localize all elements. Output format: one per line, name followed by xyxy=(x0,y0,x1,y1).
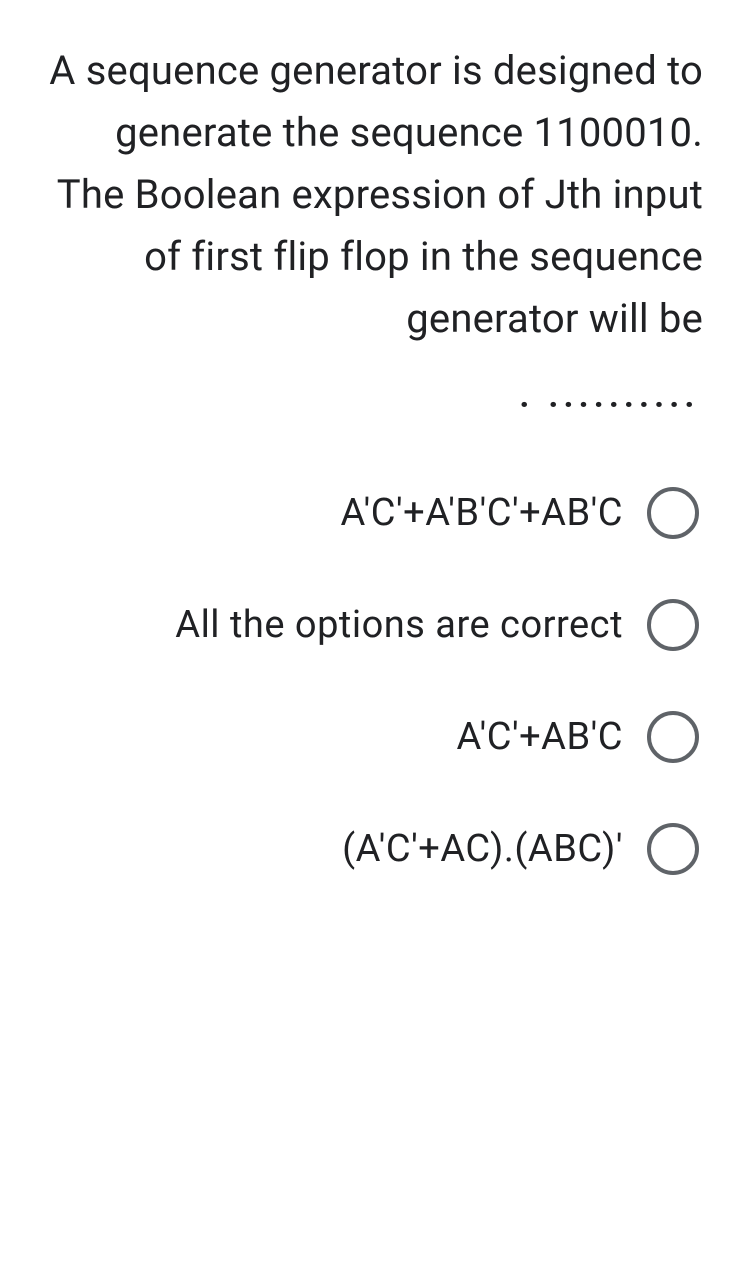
option-3[interactable]: A'C'+AB'C xyxy=(30,711,699,763)
option-label: All the options are correct xyxy=(175,603,623,647)
options-group: A'C'+A'B'C'+AB'C All the options are cor… xyxy=(30,487,713,875)
radio-icon[interactable] xyxy=(647,599,699,651)
option-label: A'C'+A'B'C'+AB'C xyxy=(341,491,623,535)
radio-icon[interactable] xyxy=(647,823,699,875)
question-text: A sequence generator is designed to gene… xyxy=(30,40,713,350)
radio-icon[interactable] xyxy=(647,711,699,763)
option-2[interactable]: All the options are correct xyxy=(30,599,699,651)
radio-icon[interactable] xyxy=(647,487,699,539)
option-1[interactable]: A'C'+A'B'C'+AB'C xyxy=(30,487,699,539)
option-label: A'C'+AB'C xyxy=(457,715,623,759)
option-label: (A'C'+AC).(ABC)' xyxy=(342,827,623,871)
option-4[interactable]: (A'C'+AC).(ABC)' xyxy=(30,823,699,875)
question-card: A sequence generator is designed to gene… xyxy=(0,0,743,1280)
fill-blank: . .......... xyxy=(30,370,713,417)
